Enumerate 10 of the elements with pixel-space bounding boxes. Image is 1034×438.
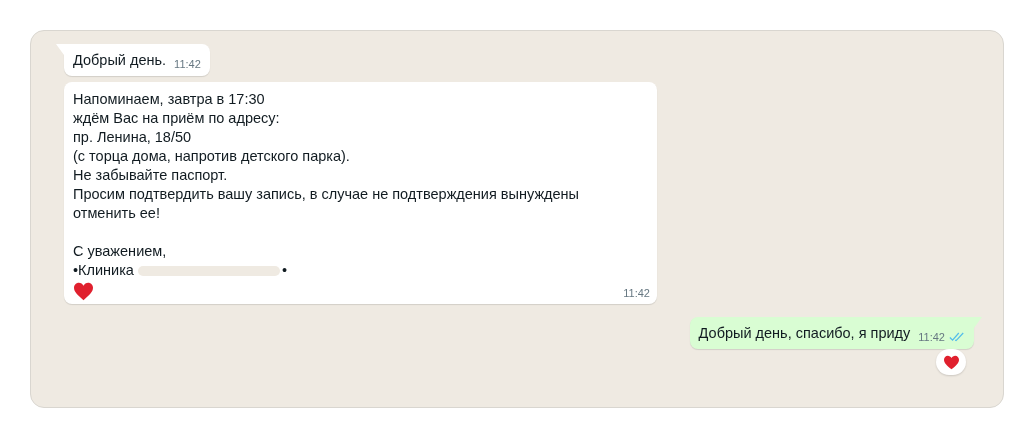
- message-text: Добрый день, спасибо, я приду: [698, 324, 911, 343]
- message-time: 11:42: [174, 58, 201, 70]
- message-text: Напоминаем, завтра в 17:30 ждём Вас на приём по адресу: пр. Ленина, 18/50 (с торца дома, напротив детского парка). Не забывайте паспорт. Просим подтвердить вашу запись, в случае не подтверждения вынуждены отменить ее! С уважением,: [73, 90, 581, 261]
- message-time: 11:42: [918, 331, 945, 343]
- message-text: Добрый день.: [73, 51, 167, 70]
- message-time: 11:42: [623, 287, 650, 299]
- heart-icon: [942, 354, 960, 370]
- clinic-name: •Клиника: [73, 261, 134, 280]
- signature-mark: •: [281, 261, 287, 280]
- reaction-badge[interactable]: [936, 349, 966, 375]
